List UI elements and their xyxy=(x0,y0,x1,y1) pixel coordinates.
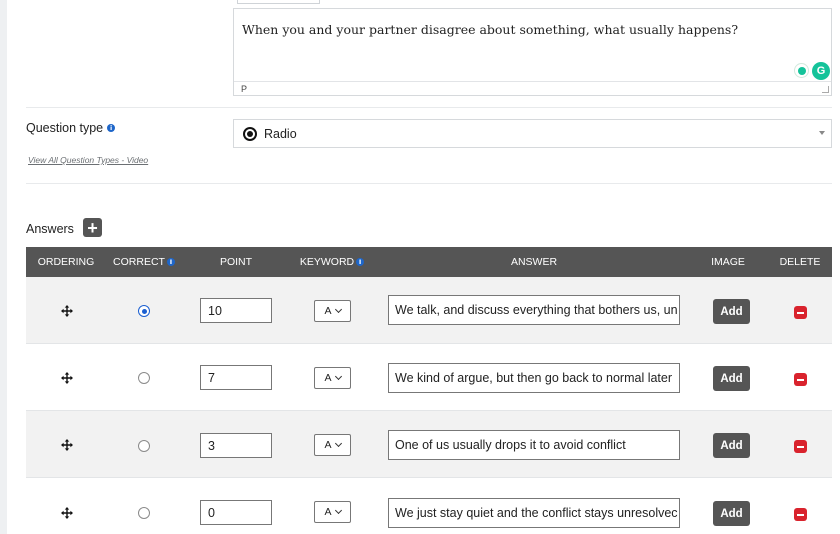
delete-icon[interactable] xyxy=(794,306,807,319)
correct-radio[interactable] xyxy=(138,372,150,384)
col-answer: ANSWER xyxy=(510,256,558,268)
add-image-button[interactable]: Add xyxy=(713,433,750,458)
point-input[interactable]: 3 xyxy=(200,433,272,458)
move-arrows-icon[interactable] xyxy=(61,507,73,519)
col-ordering: ORDERING xyxy=(37,256,95,268)
delete-icon[interactable] xyxy=(794,373,807,386)
add-image-button[interactable]: Add xyxy=(713,501,750,526)
resize-grip-icon[interactable] xyxy=(822,86,829,93)
point-input[interactable]: 7 xyxy=(200,365,272,390)
keyword-value: A xyxy=(324,506,332,518)
answer-row: 10 A We talk, and discuss everything tha… xyxy=(26,277,832,344)
answer-input[interactable]: One of us usually drops it to avoid conf… xyxy=(388,430,680,460)
keyword-select[interactable]: A xyxy=(314,501,351,523)
correct-radio[interactable] xyxy=(138,440,150,452)
col-correct-label: CORRECT xyxy=(113,256,165,268)
chevron-down-icon xyxy=(334,439,342,448)
col-delete: DELETE xyxy=(779,256,821,268)
chevron-down-icon xyxy=(334,372,342,381)
col-keyword: KEYWORD i xyxy=(296,247,368,277)
chevron-down-icon xyxy=(334,305,342,314)
delete-icon[interactable] xyxy=(794,440,807,453)
answers-title: Answers xyxy=(26,222,74,236)
move-arrows-icon[interactable] xyxy=(61,372,73,384)
add-answer-button[interactable]: + xyxy=(83,218,102,237)
editor-tab-fragment xyxy=(237,0,320,4)
question-type-select[interactable]: Radio xyxy=(233,119,832,148)
keyword-select[interactable]: A xyxy=(314,367,351,389)
question-editor[interactable]: When you and your partner disagree about… xyxy=(233,8,832,96)
keyword-select[interactable]: A xyxy=(314,434,351,456)
answer-row: 0 A We just stay quiet and the conflict … xyxy=(26,479,832,534)
editor-content[interactable]: When you and your partner disagree about… xyxy=(234,9,831,82)
col-correct: CORRECT i xyxy=(106,247,182,277)
point-input[interactable]: 0 xyxy=(200,500,272,525)
info-icon[interactable]: i xyxy=(356,258,365,266)
divider xyxy=(26,183,832,184)
col-image: IMAGE xyxy=(711,256,745,268)
info-icon[interactable]: i xyxy=(107,124,116,132)
keyword-value: A xyxy=(324,439,332,451)
answer-row: 7 A We kind of argue, but then go back t… xyxy=(26,344,832,411)
question-type-label-text: Question type xyxy=(26,121,104,135)
correct-radio[interactable] xyxy=(138,305,150,317)
view-question-types-link[interactable]: View All Question Types - Video xyxy=(28,155,148,165)
lightbulb-icon[interactable] xyxy=(794,63,809,78)
add-image-button[interactable]: Add xyxy=(713,299,750,324)
answers-table-header: ORDERING CORRECT i POINT KEYWORD i ANSWE… xyxy=(26,247,832,277)
answer-input[interactable]: We just stay quiet and the conflict stay… xyxy=(388,498,680,528)
add-image-button[interactable]: Add xyxy=(713,366,750,391)
keyword-select[interactable]: A xyxy=(314,300,351,322)
keyword-value: A xyxy=(324,372,332,384)
answer-row: 3 A One of us usually drops it to avoid … xyxy=(26,411,832,478)
left-panel-edge xyxy=(0,0,7,534)
radio-type-icon xyxy=(243,126,257,141)
col-keyword-label: KEYWORD xyxy=(299,256,355,268)
chevron-down-icon xyxy=(334,506,342,515)
question-type-label: Question type i xyxy=(26,121,116,135)
answer-input[interactable]: We kind of argue, but then go back to no… xyxy=(388,363,680,393)
answer-input[interactable]: We talk, and discuss everything that bot… xyxy=(388,295,680,325)
col-point: POINT xyxy=(219,256,253,268)
move-arrows-icon[interactable] xyxy=(61,305,73,317)
correct-radio[interactable] xyxy=(138,507,150,519)
info-icon[interactable]: i xyxy=(166,258,175,266)
move-arrows-icon[interactable] xyxy=(61,439,73,451)
question-type-value: Radio xyxy=(264,126,297,141)
caret-down-icon xyxy=(819,131,825,135)
divider xyxy=(26,107,832,108)
editor-element-path: P xyxy=(241,84,248,94)
point-input[interactable]: 10 xyxy=(200,298,272,323)
keyword-value: A xyxy=(324,305,332,317)
delete-icon[interactable] xyxy=(794,508,807,521)
grammarly-icon[interactable]: G xyxy=(812,62,830,80)
